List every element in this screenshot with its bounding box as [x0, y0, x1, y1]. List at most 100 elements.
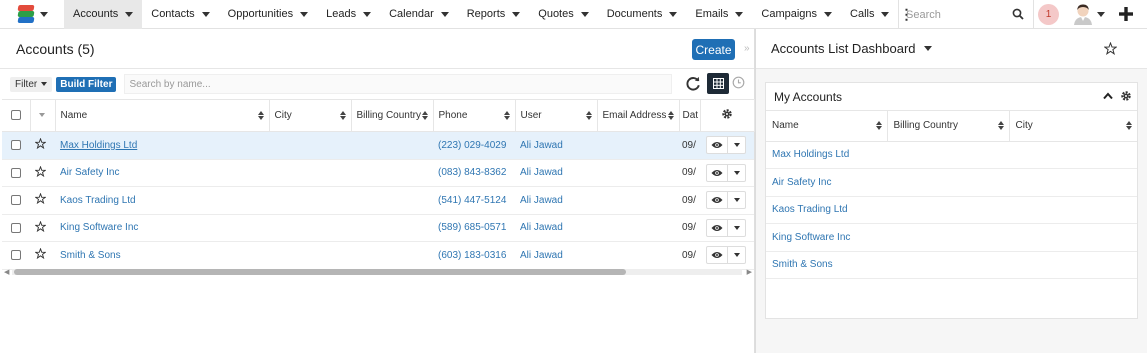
account-name-link[interactable]: Kaos Trading Ltd [60, 195, 136, 206]
row-checkbox[interactable] [11, 195, 21, 206]
account-phone-link[interactable]: (589) 685-0571 [438, 222, 506, 233]
user-menu[interactable] [1073, 3, 1105, 25]
chevron-down-icon[interactable] [824, 11, 833, 17]
account-name-link[interactable]: Max Holdings Ltd [60, 140, 137, 151]
app-logo-menu[interactable] [0, 0, 64, 29]
column-header-city[interactable]: City [1009, 111, 1137, 142]
chevron-down-icon[interactable] [580, 11, 589, 17]
list-item[interactable]: King Software Inc [766, 223, 1137, 252]
chevron-up-icon[interactable] [1103, 92, 1113, 100]
row-actions-dropdown[interactable] [728, 246, 746, 265]
account-user-link[interactable]: Ali Jawad [520, 167, 563, 178]
table-row[interactable]: King Software Inc (589) 685-0571 Ali Jawad… [2, 214, 754, 242]
nav-item-accounts[interactable]: Accounts [64, 0, 143, 29]
dashlet-account-link[interactable]: Kaos Trading Ltd [772, 204, 848, 215]
list-view-toggle[interactable] [707, 73, 729, 94]
sort-icon[interactable] [257, 111, 264, 121]
chevron-down-icon[interactable] [201, 11, 210, 17]
star-icon[interactable] [34, 165, 47, 177]
nav-item-leads[interactable]: Leads [317, 0, 380, 29]
view-eye-icon[interactable] [706, 246, 728, 265]
plus-icon[interactable] [1116, 4, 1136, 24]
dashlet-account-link[interactable]: Max Holdings Ltd [772, 149, 849, 160]
column-header-email[interactable]: Email Address [597, 99, 680, 132]
sort-icon[interactable] [421, 111, 428, 121]
account-name-link[interactable]: King Software Inc [60, 222, 138, 233]
column-header-city[interactable]: City [269, 99, 352, 132]
sort-icon[interactable] [339, 111, 346, 121]
account-user-link[interactable]: Ali Jawad [520, 195, 563, 206]
row-actions-dropdown[interactable] [728, 136, 746, 155]
search-icon[interactable] [1012, 8, 1024, 20]
row-actions-dropdown[interactable] [728, 191, 746, 210]
nav-item-opportunities[interactable]: Opportunities [219, 0, 317, 29]
column-header-date[interactable]: Dat [679, 99, 701, 132]
account-phone-link[interactable]: (083) 843-8362 [438, 167, 506, 178]
view-eye-icon[interactable] [706, 163, 728, 182]
account-user-link[interactable]: Ali Jawad [520, 222, 563, 233]
column-header-billing-country[interactable]: Billing Country [887, 111, 1010, 142]
chevron-down-icon[interactable] [440, 11, 449, 17]
sort-icon[interactable] [503, 111, 510, 121]
dashboard-title[interactable]: Accounts List Dashboard [771, 41, 916, 56]
scrollbar-thumb[interactable] [14, 269, 626, 275]
account-phone-link[interactable]: (223) 029-4029 [438, 140, 506, 151]
star-icon[interactable] [34, 247, 47, 260]
global-search-input[interactable] [906, 8, 1006, 21]
row-checkbox[interactable] [11, 250, 21, 261]
account-phone-link[interactable]: (541) 447-5124 [438, 195, 506, 206]
chevron-down-icon[interactable] [125, 11, 134, 17]
sort-icon[interactable] [585, 111, 592, 121]
account-phone-link[interactable]: (603) 183-0316 [438, 250, 506, 261]
table-row[interactable]: Air Safety Inc (083) 843-8362 Ali Jawad 09/ [2, 159, 754, 187]
chevron-down-icon[interactable] [881, 11, 890, 17]
sort-icon[interactable] [875, 121, 882, 131]
horizontal-scrollbar[interactable]: ◀ ▶ [4, 267, 752, 277]
chevron-down-icon[interactable] [735, 11, 744, 17]
list-item[interactable]: Air Safety Inc [766, 168, 1137, 197]
column-header-phone[interactable]: Phone [433, 99, 516, 132]
gear-icon[interactable] [721, 108, 733, 120]
star-icon[interactable] [34, 192, 47, 205]
sort-icon[interactable] [997, 121, 1004, 131]
mass-action-dropdown-icon[interactable] [38, 113, 45, 118]
nav-item-contacts[interactable]: Contacts [142, 0, 218, 29]
refresh-icon[interactable] [684, 75, 702, 93]
row-checkbox[interactable] [11, 167, 21, 178]
view-eye-icon[interactable] [706, 218, 728, 237]
select-all-checkbox[interactable] [11, 110, 21, 121]
row-checkbox[interactable] [11, 222, 21, 233]
nav-item-campaigns[interactable]: Campaigns [752, 0, 841, 29]
chevron-down-icon[interactable] [300, 11, 309, 17]
dashlet-account-link[interactable]: King Software Inc [772, 232, 850, 243]
star-icon[interactable] [1104, 42, 1117, 55]
nav-item-reports[interactable]: Reports [458, 0, 530, 29]
notifications-badge[interactable]: 1 [1038, 4, 1059, 25]
star-icon[interactable] [34, 137, 47, 150]
account-user-link[interactable]: Ali Jawad [520, 250, 563, 261]
chevron-down-icon[interactable] [923, 46, 932, 51]
filter-dropdown[interactable]: Filter [10, 76, 53, 92]
table-row[interactable]: Smith & Sons (603) 183-0316 Ali Jawad 09/ [2, 241, 754, 270]
account-user-link[interactable]: Ali Jawad [520, 140, 563, 151]
nav-item-calendar[interactable]: Calendar [380, 0, 458, 29]
column-settings[interactable] [700, 99, 755, 132]
row-checkbox[interactable] [11, 140, 21, 151]
chevron-down-icon[interactable] [669, 11, 678, 17]
chevron-down-icon[interactable] [363, 11, 372, 17]
name-search-input[interactable] [129, 78, 672, 90]
gear-icon[interactable] [1120, 90, 1132, 102]
scroll-left-arrow-icon[interactable]: ◀ [4, 268, 9, 276]
build-filter-button[interactable]: Build Filter [56, 76, 117, 92]
view-eye-icon[interactable] [706, 191, 728, 210]
scroll-right-arrow-icon[interactable]: ▶ [747, 268, 752, 276]
create-button[interactable]: Create [692, 39, 735, 60]
table-row[interactable]: Kaos Trading Ltd (541) 447-5124 Ali Jawad 0… [2, 186, 754, 215]
row-actions-dropdown[interactable] [728, 218, 746, 237]
column-header-user[interactable]: User [515, 99, 598, 132]
row-actions-dropdown[interactable] [728, 163, 746, 182]
dashlet-account-link[interactable]: Air Safety Inc [772, 177, 831, 188]
column-header-name[interactable]: Name [55, 99, 270, 132]
column-header-billing-country[interactable]: Billing Country [351, 99, 434, 132]
table-row[interactable]: Max Holdings Ltd (223) 029-4029 Ali Jawad 0… [2, 131, 754, 160]
